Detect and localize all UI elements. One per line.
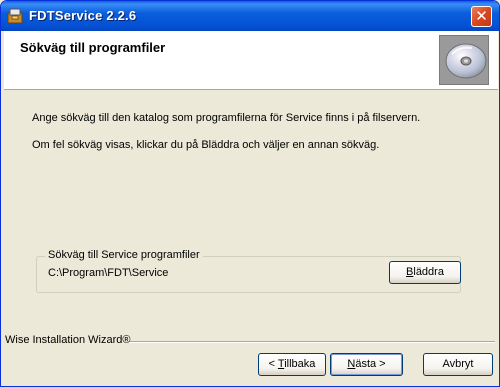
cd-disc-icon bbox=[439, 35, 489, 85]
back-prefix: < bbox=[268, 358, 278, 370]
browse-label: läddra bbox=[413, 266, 444, 278]
title-bar[interactable]: FDTService 2.2.6 ✕ bbox=[1, 1, 499, 31]
close-icon: ✕ bbox=[475, 7, 488, 25]
instruction-line-2: Om fel sökväg visas, klickar du på Blädd… bbox=[32, 139, 380, 151]
installer-window: FDTService 2.2.6 ✕ Sökväg till programfi… bbox=[0, 0, 500, 387]
close-button[interactable]: ✕ bbox=[471, 6, 492, 27]
back-button[interactable]: < Tillbaka bbox=[258, 353, 326, 376]
page-title: Sökväg till programfiler bbox=[20, 40, 166, 55]
browse-button[interactable]: Bläddra bbox=[389, 261, 461, 284]
next-label: ästa > bbox=[355, 358, 386, 370]
path-group-legend: Sökväg till Service programfiler bbox=[45, 249, 203, 261]
window-title: FDTService 2.2.6 bbox=[29, 8, 137, 23]
next-button[interactable]: Nästa > bbox=[330, 353, 403, 376]
back-label: illbaka bbox=[284, 358, 316, 370]
install-path-value: C:\Program\FDT\Service bbox=[48, 267, 169, 279]
instruction-line-1: Ange sökväg till den katalog som program… bbox=[32, 112, 421, 124]
footer-divider bbox=[129, 341, 495, 343]
wizard-brand-label: Wise Installation Wizard® bbox=[5, 334, 131, 346]
wizard-header: Sökväg till programfiler bbox=[4, 31, 498, 90]
installer-app-icon bbox=[7, 8, 23, 24]
cancel-label: Avbryt bbox=[442, 358, 474, 370]
cancel-button[interactable]: Avbryt bbox=[423, 353, 493, 376]
